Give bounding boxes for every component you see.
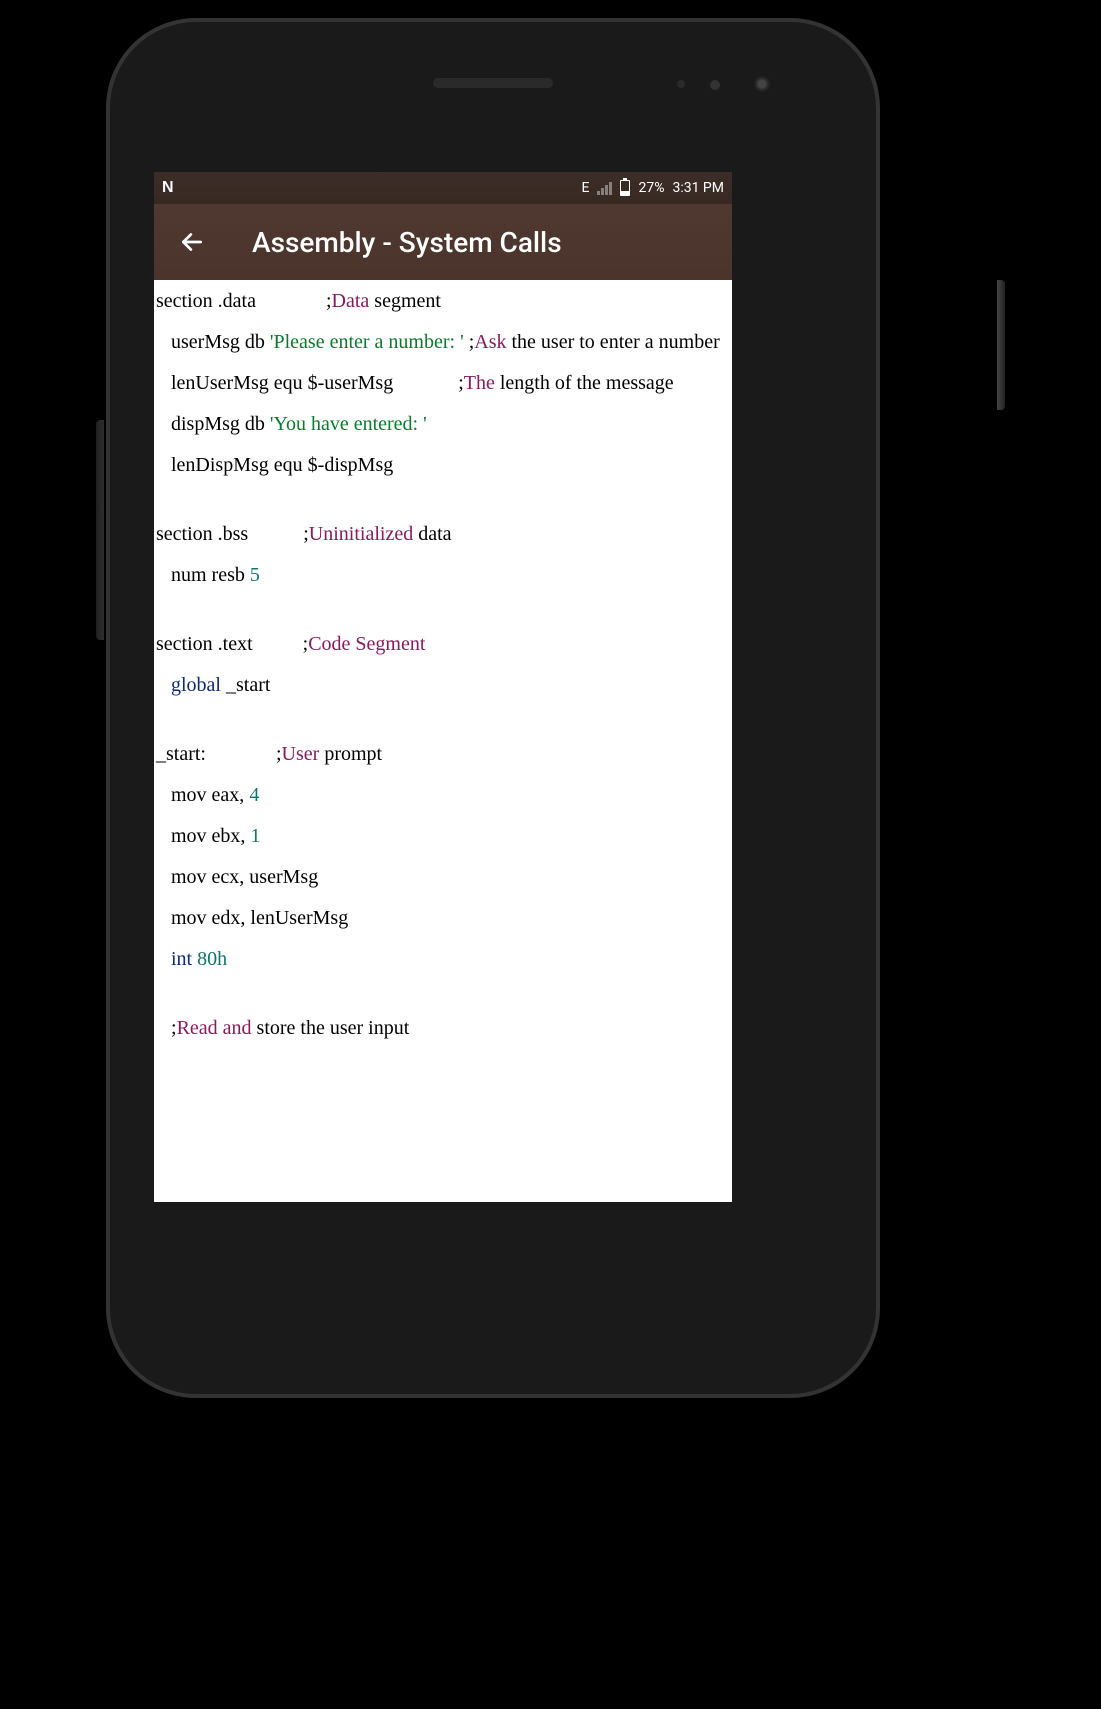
code-line: userMsg db 'Please enter a number: ' ;As… bbox=[156, 329, 730, 356]
phone-front-camera bbox=[754, 76, 770, 92]
android-n-icon: N bbox=[162, 179, 174, 197]
code-line: lenDispMsg equ $-dispMsg bbox=[156, 452, 730, 479]
code-line: section .data ;Data segment bbox=[156, 288, 730, 315]
phone-speaker bbox=[433, 78, 553, 88]
battery-icon bbox=[620, 180, 630, 196]
code-line: mov edx, lenUserMsg bbox=[156, 905, 730, 932]
blank-line bbox=[156, 603, 730, 617]
code-content[interactable]: section .data ;Data segment userMsg db '… bbox=[154, 280, 732, 1064]
content-footer-space bbox=[154, 1064, 732, 1134]
battery-percent: 27% bbox=[638, 180, 664, 196]
phone-sensor bbox=[710, 80, 720, 90]
code-line: mov ebx, 1 bbox=[156, 823, 730, 850]
screen: N E 27% 3:31 PM Assembly - System Calls … bbox=[154, 172, 732, 1202]
back-arrow-icon bbox=[179, 229, 205, 255]
blank-line bbox=[156, 987, 730, 1001]
signal-icon bbox=[597, 181, 612, 195]
code-line: section .bss ;Uninitialized data bbox=[156, 521, 730, 548]
code-line: dispMsg db 'You have entered: ' bbox=[156, 411, 730, 438]
code-line: lenUserMsg equ $-userMsg ;The length of … bbox=[156, 370, 730, 397]
phone-power-button bbox=[997, 280, 1005, 410]
code-line: ;Read and store the user input bbox=[156, 1015, 730, 1042]
network-type: E bbox=[582, 180, 590, 196]
code-line: section .text ;Code Segment bbox=[156, 631, 730, 658]
code-line: int 80h bbox=[156, 946, 730, 973]
blank-line bbox=[156, 493, 730, 507]
page-title: Assembly - System Calls bbox=[252, 226, 562, 259]
back-button[interactable] bbox=[178, 228, 206, 256]
status-bar: N E 27% 3:31 PM bbox=[154, 172, 732, 204]
code-line: mov eax, 4 bbox=[156, 782, 730, 809]
app-bar: Assembly - System Calls bbox=[154, 204, 732, 280]
clock: 3:31 PM bbox=[672, 180, 724, 196]
blank-line bbox=[156, 713, 730, 727]
code-line: _start: ;User prompt bbox=[156, 741, 730, 768]
code-line: num resb 5 bbox=[156, 562, 730, 589]
code-line: global _start bbox=[156, 672, 730, 699]
phone-volume-button bbox=[96, 420, 104, 640]
phone-sensor bbox=[677, 80, 685, 88]
code-line: mov ecx, userMsg bbox=[156, 864, 730, 891]
